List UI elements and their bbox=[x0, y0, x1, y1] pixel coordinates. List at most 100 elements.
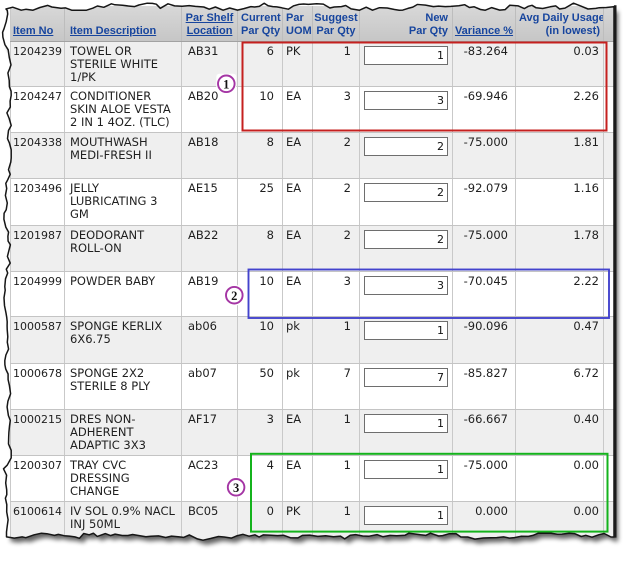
cell-par_uom: EA bbox=[283, 455, 313, 501]
cell-item_no: 1000678 bbox=[11, 363, 65, 409]
cell-spacer bbox=[604, 132, 615, 178]
cell-spacer bbox=[604, 501, 615, 547]
cell-item_no: 1204338 bbox=[11, 132, 65, 178]
table-row: 1201987DEODORANT ROLL-ONAB228EA2-75.0001… bbox=[11, 225, 615, 271]
cell-current_par_qty: 3 bbox=[238, 409, 283, 455]
cell-item_no: 1201987 bbox=[11, 225, 65, 271]
cell-variance_pct: -92.079 bbox=[453, 178, 516, 225]
column-header-variance_pct[interactable]: Variance % bbox=[453, 6, 516, 41]
cell-current_par_qty: 6 bbox=[238, 41, 283, 86]
cell-par_uom: EA bbox=[283, 409, 313, 455]
cell-avg_daily_usage: 0.40 bbox=[516, 409, 604, 455]
column-header-par_shelf_location[interactable]: Par Shelf Location bbox=[182, 6, 238, 41]
cell-variance_pct: -66.667 bbox=[453, 409, 516, 455]
cell-avg_daily_usage: 1.81 bbox=[516, 132, 604, 178]
cell-spacer bbox=[604, 41, 615, 86]
cell-item_description: SPONGE 2X2 STERILE 8 PLY bbox=[65, 363, 182, 409]
cell-suggest_par_qty: 2 bbox=[313, 178, 360, 225]
cell-current_par_qty: 0 bbox=[238, 501, 283, 547]
new-par-qty-input[interactable] bbox=[364, 321, 448, 340]
new-par-qty-input[interactable] bbox=[364, 230, 448, 249]
sort-link-variance_pct[interactable]: Variance % bbox=[455, 25, 513, 37]
cell-suggest_par_qty: 2 bbox=[313, 225, 360, 271]
new-par-qty-input[interactable] bbox=[364, 137, 448, 156]
sort-link-par_shelf_location[interactable]: Par Shelf Location bbox=[186, 12, 234, 37]
cell-item_description: TOWEL OR STERILE WHITE 1/PK bbox=[65, 41, 182, 86]
cell-par_shelf_location: BC05 bbox=[182, 501, 238, 547]
new-par-qty-input[interactable] bbox=[364, 368, 448, 387]
cell-variance_pct: -75.000 bbox=[453, 455, 516, 501]
cell-spacer bbox=[604, 316, 615, 363]
new-par-qty-input[interactable] bbox=[364, 183, 448, 202]
cell-spacer bbox=[604, 86, 615, 132]
cell-par_shelf_location: ab07 bbox=[182, 363, 238, 409]
cell-par_uom: PK bbox=[283, 41, 313, 86]
cell-par_shelf_location: AB19 bbox=[182, 271, 238, 316]
cell-new_par_qty bbox=[360, 271, 453, 316]
cell-variance_pct: -90.096 bbox=[453, 316, 516, 363]
cell-avg_daily_usage: 1.16 bbox=[516, 178, 604, 225]
table-row: 1203496JELLY LUBRICATING 3 GMAE1525EA2-9… bbox=[11, 178, 615, 225]
cell-variance_pct: -75.000 bbox=[453, 225, 516, 271]
new-par-qty-input[interactable] bbox=[364, 460, 448, 479]
column-header-item_no[interactable]: Item No bbox=[11, 6, 65, 41]
cell-avg_daily_usage: 0.03 bbox=[516, 41, 604, 86]
cell-par_uom: EA bbox=[283, 86, 313, 132]
cell-item_no: 1203496 bbox=[11, 178, 65, 225]
column-header-avg_daily_usage: Avg Daily Usage (in lowest) bbox=[516, 6, 604, 41]
cell-new_par_qty bbox=[360, 363, 453, 409]
sort-link-item_description[interactable]: Item Description bbox=[70, 25, 156, 37]
table-row: 1000215DRES NON-ADHERENT ADAPTIC 3X3AF17… bbox=[11, 409, 615, 455]
cell-current_par_qty: 50 bbox=[238, 363, 283, 409]
cell-par_uom: EA bbox=[283, 225, 313, 271]
cell-new_par_qty bbox=[360, 41, 453, 86]
cell-current_par_qty: 10 bbox=[238, 86, 283, 132]
cell-new_par_qty bbox=[360, 225, 453, 271]
cell-item_description: MOUTHWASH MEDI-FRESH II bbox=[65, 132, 182, 178]
cell-item_description: SPONGE KERLIX 6X6.75 bbox=[65, 316, 182, 363]
cell-spacer bbox=[604, 271, 615, 316]
cell-variance_pct: -69.946 bbox=[453, 86, 516, 132]
cell-par_uom: PK bbox=[283, 501, 313, 547]
cell-item_no: 1204999 bbox=[11, 271, 65, 316]
table-body: 1204239TOWEL OR STERILE WHITE 1/PKAB316P… bbox=[11, 41, 615, 547]
new-par-qty-input[interactable] bbox=[364, 506, 448, 525]
cell-avg_daily_usage: 6.72 bbox=[516, 363, 604, 409]
new-par-qty-input[interactable] bbox=[364, 414, 448, 433]
cell-item_no: 1000215 bbox=[11, 409, 65, 455]
cell-variance_pct: -70.045 bbox=[453, 271, 516, 316]
cell-item_description: IV SOL 0.9% NACL INJ 50ML bbox=[65, 501, 182, 547]
cell-par_shelf_location: AE15 bbox=[182, 178, 238, 225]
table-row: 1204999POWDER BABYAB1910EA3-70.0452.22 bbox=[11, 271, 615, 316]
cell-par_shelf_location: AB20 bbox=[182, 86, 238, 132]
new-par-qty-input[interactable] bbox=[364, 91, 448, 110]
new-par-qty-input[interactable] bbox=[364, 276, 448, 295]
cell-suggest_par_qty: 2 bbox=[313, 132, 360, 178]
cell-item_description: DEODORANT ROLL-ON bbox=[65, 225, 182, 271]
cell-current_par_qty: 4 bbox=[238, 455, 283, 501]
cell-item_no: 1204239 bbox=[11, 41, 65, 86]
table-row: 6100614IV SOL 0.9% NACL INJ 50MLBC050PK1… bbox=[11, 501, 615, 547]
new-par-qty-input[interactable] bbox=[364, 46, 448, 65]
sort-link-item_no[interactable]: Item No bbox=[13, 25, 53, 37]
table-row: 1204247CONDITIONER SKIN ALOE VESTA 2 IN … bbox=[11, 86, 615, 132]
cell-avg_daily_usage: 2.26 bbox=[516, 86, 604, 132]
cell-item_no: 1200307 bbox=[11, 455, 65, 501]
cell-suggest_par_qty: 7 bbox=[313, 363, 360, 409]
cell-suggest_par_qty: 3 bbox=[313, 86, 360, 132]
cell-new_par_qty bbox=[360, 409, 453, 455]
cell-new_par_qty bbox=[360, 501, 453, 547]
cell-item_description: DRES NON-ADHERENT ADAPTIC 3X3 bbox=[65, 409, 182, 455]
cell-avg_daily_usage: 2.22 bbox=[516, 271, 604, 316]
table-header: Item No Item Description Par Shelf Locatio… bbox=[11, 6, 615, 41]
cell-current_par_qty: 25 bbox=[238, 178, 283, 225]
cell-current_par_qty: 10 bbox=[238, 316, 283, 363]
cell-par_uom: EA bbox=[283, 178, 313, 225]
cell-current_par_qty: 8 bbox=[238, 225, 283, 271]
cell-spacer bbox=[604, 409, 615, 455]
column-header-item_description[interactable]: Item Description bbox=[65, 6, 182, 41]
cell-new_par_qty bbox=[360, 455, 453, 501]
table-header-row: Item No Item Description Par Shelf Locatio… bbox=[11, 6, 615, 41]
cell-new_par_qty bbox=[360, 316, 453, 363]
cell-new_par_qty bbox=[360, 132, 453, 178]
